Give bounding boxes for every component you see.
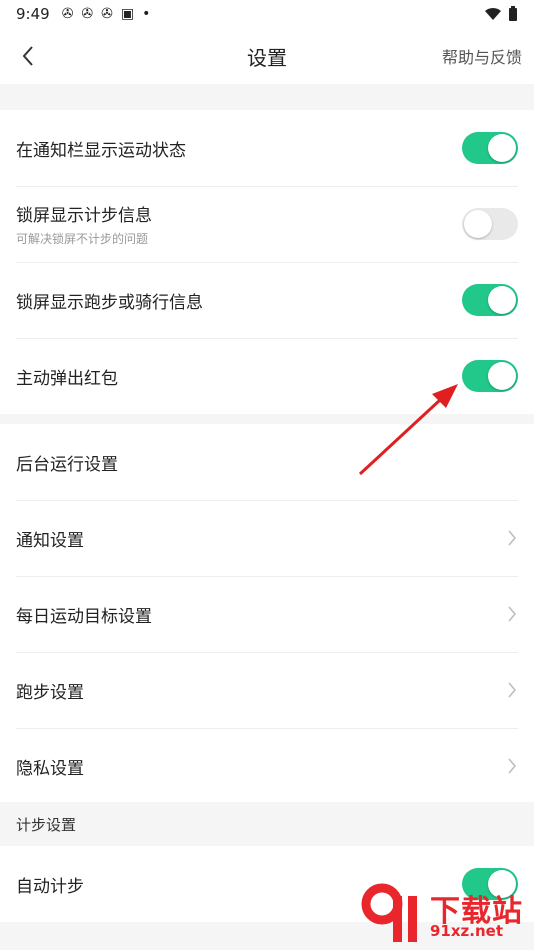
lockscreen-run-ride-toggle[interactable] (462, 284, 518, 316)
app-notification-icon: ✇ (81, 6, 94, 22)
chevron-right-icon (508, 758, 516, 774)
red-packet-toggle[interactable] (462, 360, 518, 392)
settings-row-privacy[interactable]: 隐私设置 (0, 728, 534, 804)
toggle-row-lockscreen-steps: 锁屏显示计步信息 可解决锁屏不计步的问题 (0, 186, 534, 262)
settings-row-background-run[interactable]: 后台运行设置 (0, 424, 534, 500)
status-time: 9:49 (16, 5, 50, 23)
help-feedback-link[interactable]: 帮助与反馈 (442, 44, 522, 68)
toggle-knob (464, 210, 492, 238)
app-notification-icon: ✇ (61, 6, 74, 22)
settings-section: 后台运行设置 通知设置 每日运动目标设置 跑步设置 隐私设置 (0, 424, 534, 804)
watermark-logo-icon (361, 883, 417, 942)
row-label: 隐私设置 (16, 758, 84, 779)
row-label: 通知设置 (16, 530, 84, 551)
row-label: 跑步设置 (16, 682, 84, 703)
row-label: 锁屏显示跑步或骑行信息 (16, 292, 203, 313)
step-settings-header: 计步设置 (0, 802, 534, 846)
row-label: 在通知栏显示运动状态 (16, 140, 186, 161)
toggle-row-notification-status: 在通知栏显示运动状态 (0, 110, 534, 186)
chevron-right-icon (508, 530, 516, 546)
toggle-knob (488, 134, 516, 162)
toggle-knob (488, 286, 516, 314)
row-label: 锁屏显示计步信息 (16, 206, 152, 226)
row-sublabel: 可解决锁屏不计步的问题 (16, 232, 149, 246)
nav-bar: 设置 帮助与反馈 (0, 28, 534, 84)
notification-status-toggle[interactable] (462, 132, 518, 164)
row-label: 主动弹出红包 (16, 368, 118, 389)
toggle-row-red-packet: 主动弹出红包 (0, 338, 534, 414)
settings-row-running[interactable]: 跑步设置 (0, 652, 534, 728)
chevron-right-icon (508, 606, 516, 622)
settings-row-daily-goal[interactable]: 每日运动目标设置 (0, 576, 534, 652)
row-label: 自动计步 (16, 876, 84, 897)
chevron-right-icon (508, 682, 516, 698)
settings-row-notification[interactable]: 通知设置 (0, 500, 534, 576)
toggle-row-lockscreen-run-ride: 锁屏显示跑步或骑行信息 (0, 262, 534, 338)
text-notification-icon: ▣ (120, 6, 135, 22)
wifi-icon (485, 7, 501, 20)
toggle-knob (488, 362, 516, 390)
toggle-section: 在通知栏显示运动状态 锁屏显示计步信息 可解决锁屏不计步的问题 锁屏显示跑步或骑… (0, 110, 534, 414)
row-label: 每日运动目标设置 (16, 606, 152, 627)
site-watermark: 下载站 91xz.net (360, 882, 530, 948)
watermark-url: 91xz.net (430, 922, 504, 940)
app-notification-icon: ✇ (101, 6, 113, 22)
battery-icon (509, 6, 517, 21)
status-bar: 9:49 ✇ ✇ ✇ ▣ • (0, 0, 534, 28)
row-label: 后台运行设置 (16, 454, 118, 475)
lockscreen-steps-toggle[interactable] (462, 208, 518, 240)
more-notifications-icon: • (142, 6, 151, 22)
